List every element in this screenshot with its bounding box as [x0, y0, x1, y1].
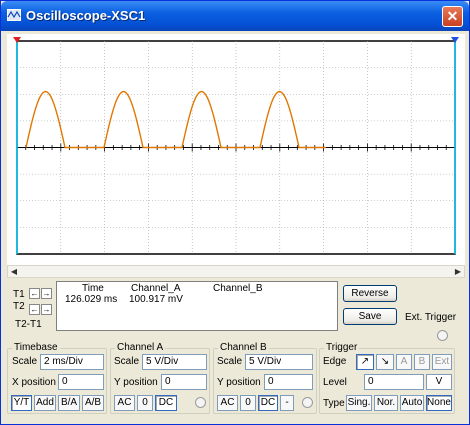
- timebase-title: Timebase: [12, 342, 60, 353]
- oscilloscope-window: Oscilloscope-XSC1 ✕ ◀ ▶ T1 ← → T2 ← → T2…: [0, 0, 470, 425]
- channel-a-ypos-label: Y position: [114, 377, 158, 388]
- channel-a-ypos-field[interactable]: 0: [161, 374, 207, 390]
- reverse-button[interactable]: Reverse: [343, 285, 397, 302]
- timebase-group: Timebase Scale 2 ms/Div X position 0 Y/T…: [7, 342, 107, 414]
- rising-edge-icon[interactable]: ↗: [356, 354, 374, 370]
- trigger-source-a-button[interactable]: A: [396, 354, 412, 370]
- channel-b-zero-button[interactable]: 0: [240, 395, 256, 411]
- ext-trigger-label: Ext. Trigger: [405, 312, 457, 323]
- scroll-left-icon[interactable]: ◀: [9, 267, 19, 277]
- level-label: Level: [323, 377, 347, 388]
- time-header: Time: [82, 283, 104, 294]
- close-icon: ✕: [446, 8, 459, 24]
- level-unit-select[interactable]: V: [426, 374, 452, 390]
- channel-a-dc-button[interactable]: DC: [155, 395, 177, 411]
- falling-edge-icon[interactable]: ↘: [376, 354, 394, 370]
- channel-b-scale-label: Scale: [217, 356, 243, 367]
- level-field[interactable]: 0: [364, 374, 424, 390]
- trigger-source-b-button[interactable]: B: [414, 354, 430, 370]
- type-auto-button[interactable]: Auto: [400, 395, 424, 411]
- mode-ab-button[interactable]: A/B: [82, 395, 104, 411]
- t2-right-arrow-icon[interactable]: →: [41, 304, 52, 315]
- t1-right-arrow-icon[interactable]: →: [41, 288, 52, 299]
- channel-b-scale-field[interactable]: 5 V/Div: [245, 354, 313, 370]
- mode-yt-button[interactable]: Y/T: [11, 395, 32, 411]
- channel-b-terminal[interactable]: [302, 397, 313, 408]
- timebase-scale-label: Scale: [12, 356, 38, 367]
- trigger-title: Trigger: [324, 342, 360, 353]
- cursor-controls: T1 ← → T2 ← → T2-T1: [9, 283, 55, 331]
- channel-b-title: Channel B: [218, 342, 269, 353]
- save-button[interactable]: Save: [343, 308, 397, 325]
- type-single-button[interactable]: Sing.: [346, 395, 372, 411]
- channel-b-invert-button[interactable]: -: [280, 395, 294, 411]
- t2-t1-label: T2-T1: [15, 319, 42, 330]
- channel-a-group: Channel A Scale 5 V/Div Y position 0 AC …: [110, 342, 210, 414]
- scroll-right-icon[interactable]: ▶: [453, 267, 463, 277]
- time-scrollbar[interactable]: ◀ ▶: [7, 265, 465, 278]
- t1-left-arrow-icon[interactable]: ←: [29, 288, 40, 299]
- time-value: 126.029 ms: [65, 294, 118, 305]
- scope-display: [13, 37, 459, 255]
- channel-b-header: Channel_B: [213, 283, 263, 294]
- x-position-label: X position: [12, 377, 56, 388]
- channel-b-ypos-label: Y position: [217, 377, 261, 388]
- t2-label: T2: [13, 301, 25, 312]
- channel-b-group: Channel B Scale 5 V/Div Y position 0 AC …: [213, 342, 317, 414]
- channel-b-ypos-field[interactable]: 0: [264, 374, 313, 390]
- edge-label: Edge: [323, 356, 347, 367]
- measurement-readout: Time Channel_A Channel_B 126.029 ms 100.…: [56, 281, 338, 331]
- trigger-group: Trigger Edge ↗ ↘ A B Ext Level 0 V Type …: [319, 342, 455, 414]
- channel-a-title: Channel A: [115, 342, 166, 353]
- window-title: Oscilloscope-XSC1: [26, 8, 146, 23]
- oscilloscope-icon: [7, 9, 21, 21]
- trigger-source-ext-button[interactable]: Ext: [432, 354, 452, 370]
- x-position-field[interactable]: 0: [58, 374, 104, 390]
- ext-trigger-terminal[interactable]: [437, 330, 448, 341]
- t1-label: T1: [13, 289, 25, 300]
- channel-b-ac-button[interactable]: AC: [217, 395, 238, 411]
- channel-b-dc-button[interactable]: DC: [258, 395, 278, 411]
- type-label: Type: [323, 398, 345, 409]
- close-button[interactable]: ✕: [442, 6, 463, 27]
- scope-screen[interactable]: [7, 34, 465, 265]
- title-bar[interactable]: Oscilloscope-XSC1 ✕: [1, 1, 469, 31]
- channel-a-terminal[interactable]: [195, 397, 206, 408]
- mode-add-button[interactable]: Add: [34, 395, 56, 411]
- channel-a-header: Channel_A: [131, 283, 181, 294]
- channel-a-zero-button[interactable]: 0: [137, 395, 153, 411]
- channel-a-scale-label: Scale: [114, 356, 140, 367]
- channel-a-value: 100.917 mV: [129, 294, 183, 305]
- channel-a-ac-button[interactable]: AC: [114, 395, 135, 411]
- channel-a-scale-field[interactable]: 5 V/Div: [142, 354, 207, 370]
- timebase-scale-field[interactable]: 2 ms/Div: [40, 354, 104, 370]
- t2-left-arrow-icon[interactable]: ←: [29, 304, 40, 315]
- type-none-button[interactable]: None: [426, 395, 452, 411]
- mode-ba-button[interactable]: B/A: [58, 395, 80, 411]
- type-normal-button[interactable]: Nor.: [374, 395, 398, 411]
